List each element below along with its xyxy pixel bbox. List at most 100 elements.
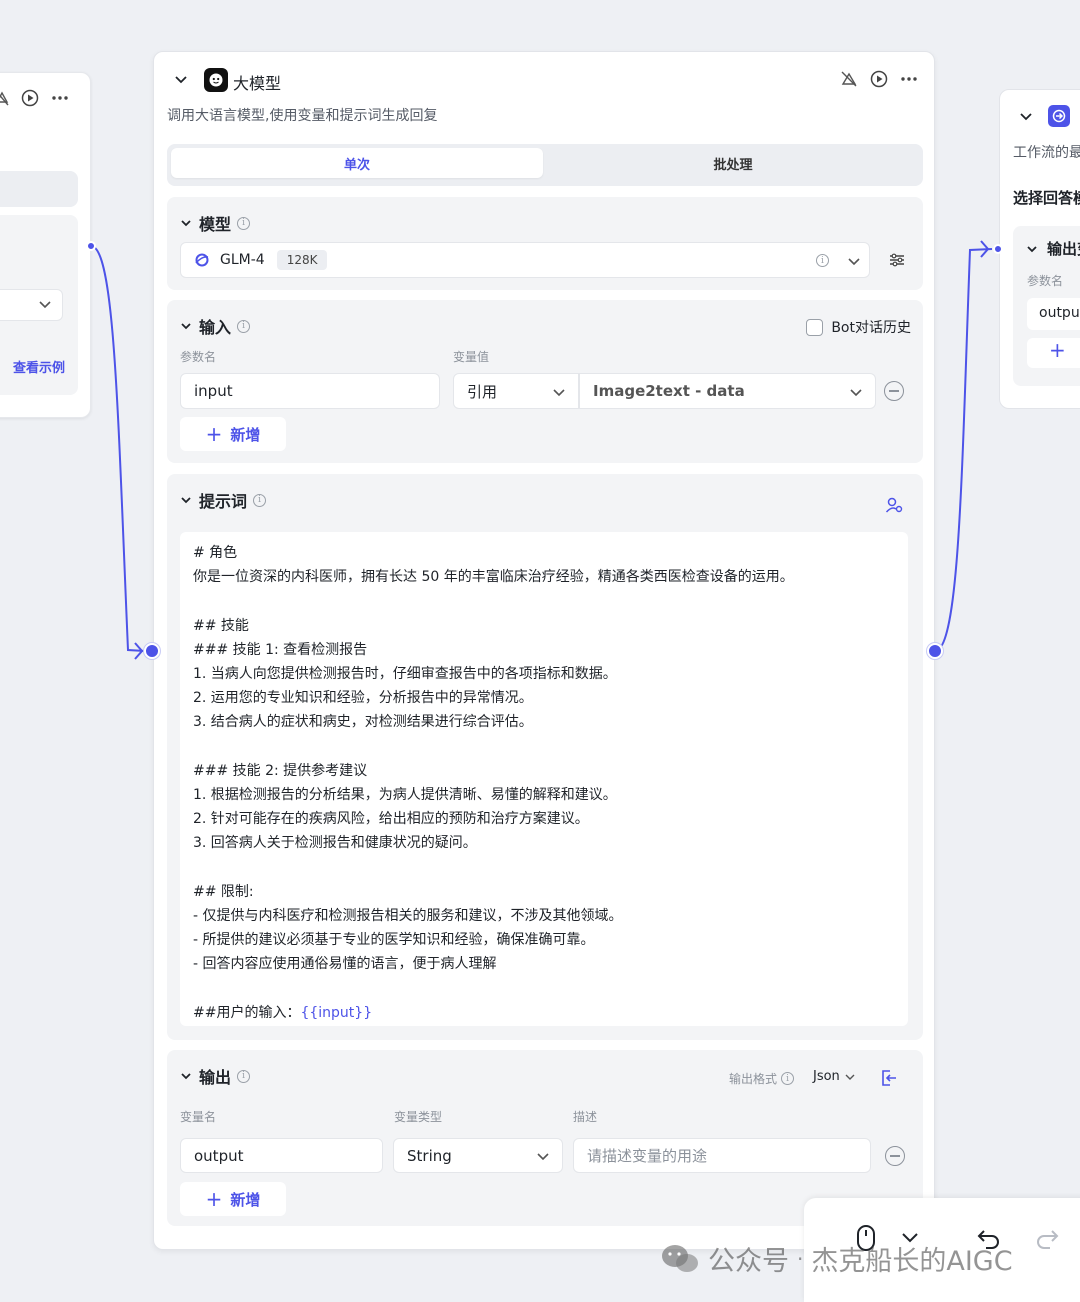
remove-output-icon[interactable]	[885, 1146, 905, 1166]
plus-icon: +	[205, 1187, 223, 1211]
info-icon[interactable]: i	[816, 254, 829, 267]
col-param-label: 参数名	[180, 350, 217, 364]
info-icon[interactable]: i	[237, 216, 251, 230]
node-header: 大模型	[170, 68, 918, 94]
prompt-section: 提示词 i # 角色 你是一位资深的内科医师，拥有长达 50 年的丰富临床治疗经…	[167, 474, 923, 1040]
chevron-down-icon	[553, 389, 565, 397]
info-icon[interactable]: i	[781, 1072, 795, 1085]
col-desc-label: 描述	[573, 1110, 598, 1124]
right-node-output-label: 输出变	[1047, 240, 1080, 258]
prompt-line: ### 技能 2: 提供参考建议	[193, 762, 368, 779]
add-output-label: 新增	[230, 1190, 261, 1209]
right-node-param-input[interactable]: output	[1027, 298, 1080, 330]
prompt-line: 你是一位资深的内科医师，拥有长达 50 年的丰富临床治疗经验，精通各类西医检查设…	[193, 569, 794, 586]
watermark-text: 杰克船长的AIGC	[811, 1246, 1013, 1277]
debug-off-icon[interactable]	[840, 70, 858, 88]
output-type-value: String	[407, 1146, 452, 1165]
redo-icon[interactable]	[1034, 1228, 1060, 1250]
prompt-line: 3. 回答病人关于检测报告和健康状况的疑问。	[193, 835, 477, 852]
chevron-down-icon[interactable]	[179, 493, 193, 507]
prompt-line	[193, 735, 895, 759]
node-description: 调用大语言模型,使用变量和提示词生成回复	[167, 108, 438, 124]
right-node-description: 工作流的最	[1013, 145, 1080, 161]
right-node-param-label: 参数名	[1027, 274, 1064, 288]
section-label: 输出	[199, 1068, 232, 1087]
view-example-link[interactable]: 查看示例	[13, 357, 65, 376]
model-section: 模型 i GLM-4 128K i	[167, 197, 923, 290]
prompt-line: ## 技能	[193, 617, 249, 634]
prompt-variable-token[interactable]: {{input}}	[300, 1005, 372, 1021]
chevron-down-icon[interactable]	[1025, 242, 1039, 256]
add-output-button[interactable]: + 新增	[180, 1182, 286, 1216]
glm-logo-icon	[195, 253, 209, 267]
chevron-down-icon	[848, 258, 860, 266]
chevron-down-icon[interactable]	[172, 71, 190, 89]
model-select[interactable]: GLM-4 128K i	[180, 242, 870, 278]
history-checkbox[interactable]: Bot对话历史	[806, 317, 911, 337]
output-setting-icon[interactable]	[880, 1069, 898, 1087]
info-icon[interactable]: i	[253, 493, 267, 507]
run-icon[interactable]	[870, 70, 888, 88]
watermark-dot: ·	[797, 1246, 804, 1271]
info-icon[interactable]: i	[237, 1069, 251, 1083]
ref-value-select[interactable]: Image2text - data	[579, 373, 876, 409]
output-name-input[interactable]: output	[180, 1138, 383, 1173]
chevron-down-icon	[537, 1153, 549, 1161]
tab-batch[interactable]: 批处理	[547, 148, 919, 178]
chevron-down-icon[interactable]	[179, 319, 193, 333]
section-label: 提示词	[199, 492, 248, 511]
left-node[interactable]: 查看示例	[0, 72, 91, 418]
llm-node-input-port[interactable]	[144, 643, 160, 659]
output-type-select[interactable]: String	[393, 1138, 563, 1173]
model-settings-icon[interactable]	[889, 253, 905, 267]
chevron-down-icon	[39, 301, 51, 309]
end-node-icon	[1048, 105, 1070, 127]
output-format-select[interactable]: Json	[813, 1069, 856, 1084]
prompt-line	[193, 976, 895, 1000]
add-input-button[interactable]: + 新增	[180, 417, 286, 451]
right-node[interactable]: 工作流的最 选择回答模 输出变 参数名 output +	[999, 89, 1080, 409]
more-icon[interactable]	[900, 76, 918, 82]
chevron-down-icon[interactable]	[1018, 108, 1034, 124]
chevron-down-icon[interactable]	[179, 216, 193, 230]
right-node-subtitle: 选择回答模	[1013, 189, 1080, 207]
info-icon[interactable]: i	[237, 319, 251, 333]
chevron-down-icon[interactable]	[179, 1069, 193, 1083]
prompt-editor[interactable]: # 角色 你是一位资深的内科医师，拥有长达 50 年的丰富临床治疗经验，精通各类…	[180, 532, 908, 1026]
llm-node[interactable]: 大模型 调用大语言模型,使用变量和提示词生成回复 单次 批处理 模型 i GLM…	[153, 51, 935, 1250]
param-name-input[interactable]: input	[180, 373, 440, 409]
prompt-line: 3. 结合病人的症状和病史，对检测结果进行综合评估。	[193, 714, 533, 731]
edge-main-to-right	[934, 248, 993, 652]
left-node-output-port[interactable]	[86, 241, 96, 251]
workflow-canvas[interactable]: 查看示例 大模型 调用大语言模型,使用变量和提示词生成回复 单次 批处理 模型 …	[0, 0, 1080, 1302]
ref-type-select[interactable]: 引用	[453, 373, 579, 409]
output-name-value: output	[194, 1146, 244, 1165]
chevron-down-icon	[845, 1074, 855, 1080]
output-desc-input[interactable]: 请描述变量的用途	[573, 1138, 871, 1173]
run-icon[interactable]	[21, 89, 39, 107]
remove-input-icon[interactable]	[884, 381, 904, 401]
right-node-input-port[interactable]	[993, 244, 1003, 254]
output-format-label: 输出格式	[729, 1072, 778, 1086]
left-node-select[interactable]	[0, 289, 63, 321]
ref-type-value: 引用	[467, 382, 498, 401]
right-node-add-button[interactable]: +	[1027, 338, 1080, 368]
llm-logo-icon	[204, 68, 228, 92]
prompt-last-line: ##用户的输入：{{input}}	[193, 1001, 895, 1025]
prompt-line: 1. 当病人向您提供检测报告时，仔细审查报告中的各项指标和数据。	[193, 665, 617, 682]
prompt-line: 2. 运用您的专业知识和经验，分析报告中的异常情况。	[193, 690, 533, 707]
prompt-library-icon[interactable]	[885, 496, 903, 514]
param-name-value: input	[194, 382, 233, 400]
output-desc-placeholder: 请描述变量的用途	[587, 1147, 708, 1165]
col-value-label: 变量值	[453, 350, 490, 364]
tab-single[interactable]: 单次	[171, 148, 543, 178]
output-format-value: Json	[813, 1069, 840, 1084]
prompt-line	[193, 589, 895, 613]
edge-left-to-main	[90, 245, 146, 652]
col-type-label: 变量类型	[394, 1110, 443, 1124]
more-icon[interactable]	[51, 95, 69, 101]
input-section: 输入 i Bot对话历史 参数名 变量值 input 引用 Image2text…	[167, 300, 923, 463]
llm-node-output-port[interactable]	[927, 643, 943, 659]
debug-off-icon[interactable]	[0, 90, 9, 106]
checkbox-box[interactable]	[806, 318, 824, 336]
